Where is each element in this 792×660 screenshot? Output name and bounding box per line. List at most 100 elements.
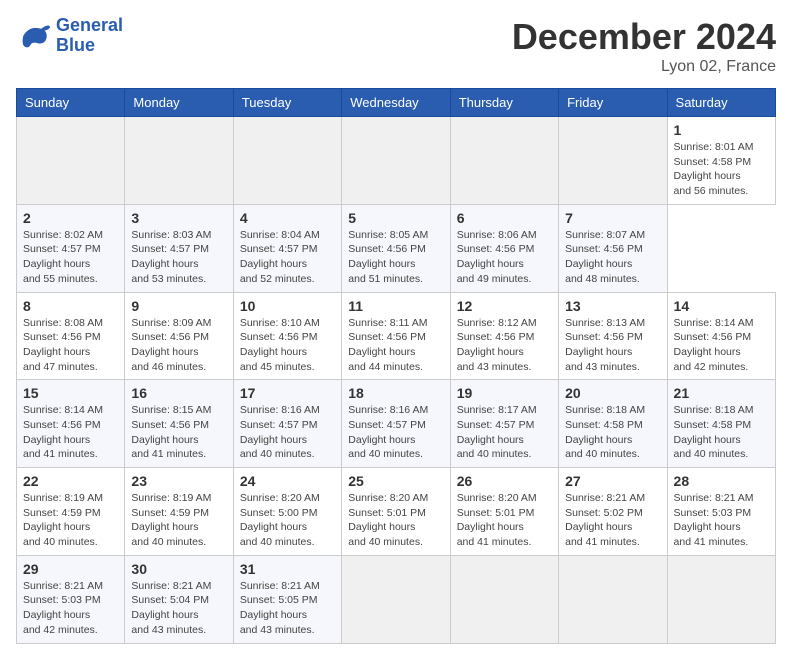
day-number: 2 [23,210,118,226]
day-info: Sunrise: 8:18 AMSunset: 4:58 PMDaylight … [565,403,660,462]
day-number: 15 [23,385,118,401]
day-number: 6 [457,210,552,226]
calendar-cell: 22 Sunrise: 8:19 AMSunset: 4:59 PMDayligh… [17,468,125,556]
day-info: Sunrise: 8:08 AMSunset: 4:56 PMDaylight … [23,316,118,375]
day-number: 13 [565,298,660,314]
day-number: 11 [348,298,443,314]
day-number: 5 [348,210,443,226]
calendar-cell: 27 Sunrise: 8:21 AMSunset: 5:02 PMDayligh… [559,468,667,556]
calendar-cell [17,117,125,205]
day-number: 27 [565,473,660,489]
month-title: December 2024 [512,16,776,58]
day-number: 7 [565,210,660,226]
title-block: December 2024 Lyon 02, France [512,16,776,76]
day-info: Sunrise: 8:16 AMSunset: 4:57 PMDaylight … [240,403,335,462]
calendar-cell: 29 Sunrise: 8:21 AMSunset: 5:03 PMDayligh… [17,555,125,643]
day-number: 30 [131,561,226,577]
day-info: Sunrise: 8:21 AMSunset: 5:03 PMDaylight … [23,579,118,638]
day-info: Sunrise: 8:10 AMSunset: 4:56 PMDaylight … [240,316,335,375]
calendar-cell: 21 Sunrise: 8:18 AMSunset: 4:58 PMDayligh… [667,380,775,468]
calendar-table: Sunday Monday Tuesday Wednesday Thursday… [16,88,776,644]
calendar-week-row: 22 Sunrise: 8:19 AMSunset: 4:59 PMDayligh… [17,468,776,556]
calendar-cell: 13 Sunrise: 8:13 AMSunset: 4:56 PMDayligh… [559,292,667,380]
day-number: 21 [674,385,769,401]
calendar-cell: 20 Sunrise: 8:18 AMSunset: 4:58 PMDayligh… [559,380,667,468]
day-info: Sunrise: 8:19 AMSunset: 4:59 PMDaylight … [23,491,118,550]
day-info: Sunrise: 8:18 AMSunset: 4:58 PMDaylight … [674,403,769,462]
logo-icon [16,18,52,54]
day-number: 26 [457,473,552,489]
day-number: 24 [240,473,335,489]
day-info: Sunrise: 8:03 AMSunset: 4:57 PMDaylight … [131,228,226,287]
logo-text-line1: General [56,16,123,36]
day-number: 28 [674,473,769,489]
logo-text-line2: Blue [56,36,123,56]
calendar-cell: 10 Sunrise: 8:10 AMSunset: 4:56 PMDayligh… [233,292,341,380]
day-info: Sunrise: 8:01 AMSunset: 4:58 PMDaylight … [674,140,769,199]
day-info: Sunrise: 8:07 AMSunset: 4:56 PMDaylight … [565,228,660,287]
day-info: Sunrise: 8:21 AMSunset: 5:02 PMDaylight … [565,491,660,550]
col-wednesday: Wednesday [342,89,450,117]
calendar-cell: 9Sunrise: 8:09 AMSunset: 4:56 PMDaylight… [125,292,233,380]
calendar-cell: 16Sunrise: 8:15 AMSunset: 4:56 PMDayligh… [125,380,233,468]
calendar-cell: 19Sunrise: 8:17 AMSunset: 4:57 PMDayligh… [450,380,558,468]
day-info: Sunrise: 8:02 AMSunset: 4:57 PMDaylight … [23,228,118,287]
calendar-cell [559,555,667,643]
calendar-week-row: 2 Sunrise: 8:02 AMSunset: 4:57 PMDaylight… [17,204,776,292]
day-info: Sunrise: 8:21 AMSunset: 5:04 PMDaylight … [131,579,226,638]
day-number: 9 [131,298,226,314]
day-info: Sunrise: 8:19 AMSunset: 4:59 PMDaylight … [131,491,226,550]
col-saturday: Saturday [667,89,775,117]
calendar-cell: 30 Sunrise: 8:21 AMSunset: 5:04 PMDayligh… [125,555,233,643]
day-info: Sunrise: 8:14 AMSunset: 4:56 PMDaylight … [674,316,769,375]
calendar-cell: 5 Sunrise: 8:05 AMSunset: 4:56 PMDaylight… [342,204,450,292]
calendar-cell: 6Sunrise: 8:06 AMSunset: 4:56 PMDaylight… [450,204,558,292]
day-number: 18 [348,385,443,401]
day-number: 20 [565,385,660,401]
day-info: Sunrise: 8:14 AMSunset: 4:56 PMDaylight … [23,403,118,462]
col-thursday: Thursday [450,89,558,117]
calendar-cell: 3Sunrise: 8:03 AMSunset: 4:57 PMDaylight… [125,204,233,292]
calendar-cell: 1Sunrise: 8:01 AMSunset: 4:58 PMDaylight… [667,117,775,205]
day-info: Sunrise: 8:20 AMSunset: 5:01 PMDaylight … [348,491,443,550]
day-number: 31 [240,561,335,577]
calendar-cell: 8 Sunrise: 8:08 AMSunset: 4:56 PMDaylight… [17,292,125,380]
col-monday: Monday [125,89,233,117]
calendar-cell: 23 Sunrise: 8:19 AMSunset: 4:59 PMDayligh… [125,468,233,556]
day-info: Sunrise: 8:13 AMSunset: 4:56 PMDaylight … [565,316,660,375]
calendar-cell: 28Sunrise: 8:21 AMSunset: 5:03 PMDayligh… [667,468,775,556]
calendar-cell: 24Sunrise: 8:20 AMSunset: 5:00 PMDayligh… [233,468,341,556]
calendar-cell [125,117,233,205]
day-number: 4 [240,210,335,226]
day-info: Sunrise: 8:20 AMSunset: 5:01 PMDaylight … [457,491,552,550]
day-info: Sunrise: 8:05 AMSunset: 4:56 PMDaylight … [348,228,443,287]
day-number: 12 [457,298,552,314]
col-tuesday: Tuesday [233,89,341,117]
calendar-cell: 14 Sunrise: 8:14 AMSunset: 4:56 PMDayligh… [667,292,775,380]
day-number: 29 [23,561,118,577]
day-info: Sunrise: 8:16 AMSunset: 4:57 PMDaylight … [348,403,443,462]
calendar-week-row: 15 Sunrise: 8:14 AMSunset: 4:56 PMDayligh… [17,380,776,468]
day-number: 22 [23,473,118,489]
calendar-header-row: Sunday Monday Tuesday Wednesday Thursday… [17,89,776,117]
calendar-cell: 12Sunrise: 8:12 AMSunset: 4:56 PMDayligh… [450,292,558,380]
calendar-cell: 7 Sunrise: 8:07 AMSunset: 4:56 PMDaylight… [559,204,667,292]
calendar-cell: 26 Sunrise: 8:20 AMSunset: 5:01 PMDayligh… [450,468,558,556]
day-info: Sunrise: 8:04 AMSunset: 4:57 PMDaylight … [240,228,335,287]
day-number: 8 [23,298,118,314]
page-header: General Blue December 2024 Lyon 02, Fran… [16,16,776,76]
calendar-cell: 11Sunrise: 8:11 AMSunset: 4:56 PMDayligh… [342,292,450,380]
location-subtitle: Lyon 02, France [512,58,776,76]
day-number: 23 [131,473,226,489]
calendar-week-row: 29 Sunrise: 8:21 AMSunset: 5:03 PMDayligh… [17,555,776,643]
day-number: 10 [240,298,335,314]
day-number: 14 [674,298,769,314]
calendar-cell: 17Sunrise: 8:16 AMSunset: 4:57 PMDayligh… [233,380,341,468]
calendar-week-row: 8 Sunrise: 8:08 AMSunset: 4:56 PMDaylight… [17,292,776,380]
calendar-cell [342,117,450,205]
day-info: Sunrise: 8:17 AMSunset: 4:57 PMDaylight … [457,403,552,462]
calendar-cell: 4 Sunrise: 8:04 AMSunset: 4:57 PMDaylight… [233,204,341,292]
day-info: Sunrise: 8:15 AMSunset: 4:56 PMDaylight … [131,403,226,462]
day-number: 25 [348,473,443,489]
calendar-cell [450,555,558,643]
